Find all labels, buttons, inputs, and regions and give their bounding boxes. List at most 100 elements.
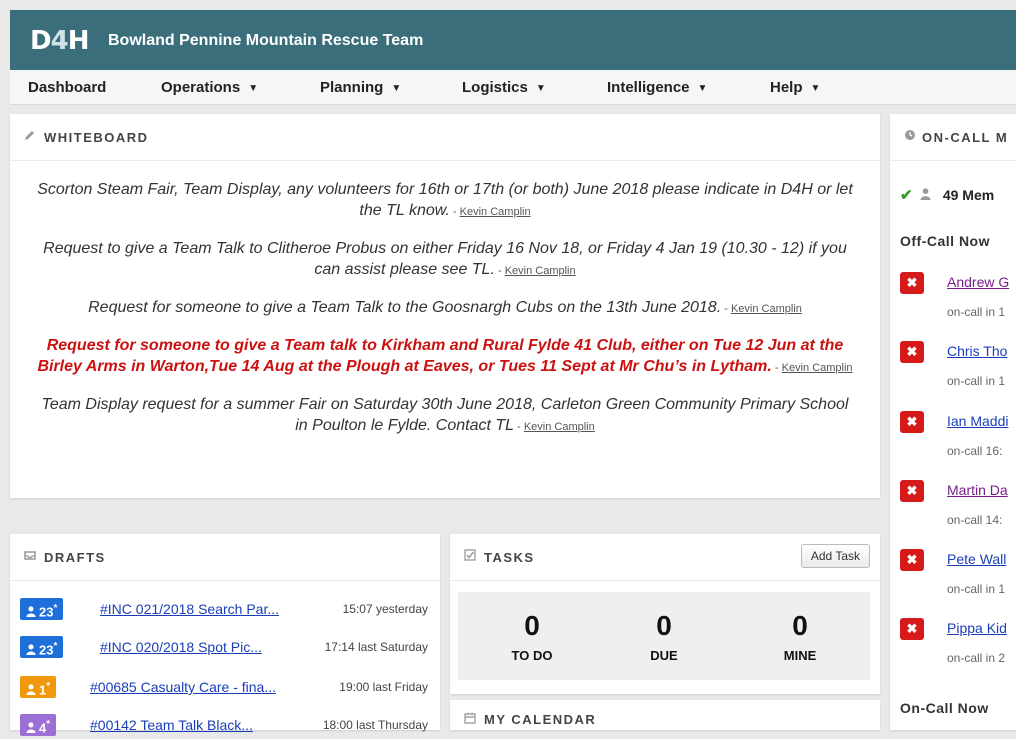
clock-icon [904, 129, 916, 144]
note-author-link[interactable]: Kevin Camplin [505, 265, 576, 277]
on-call-label: On-Call Now [900, 700, 989, 716]
close-icon[interactable]: ✖ [900, 411, 924, 433]
whiteboard-note: Request to give a Team Talk to Clitheroe… [34, 238, 856, 282]
pencil-icon [24, 129, 36, 144]
close-icon[interactable]: ✖ [900, 618, 924, 640]
close-icon[interactable]: ✖ [900, 480, 924, 502]
member-oncall-status: on-call in 1 [947, 305, 1006, 319]
oncall-summary[interactable]: ✔ 49 Mem [900, 186, 994, 204]
badge-count: 23 [39, 642, 54, 658]
whiteboard-header: WHITEBOARD [10, 114, 880, 161]
note-separator: - [452, 206, 460, 218]
person-icon [26, 606, 36, 618]
draft-member-badge: 23* [20, 598, 64, 620]
badge-count: 23 [39, 604, 54, 620]
whiteboard-notes: Scorton Steam Fair, Team Display, any vo… [10, 161, 880, 438]
nav-help[interactable]: Help ▼ [770, 79, 820, 96]
draft-link[interactable]: #00142 Team Talk Black... [90, 717, 253, 733]
close-icon[interactable]: ✖ [900, 341, 924, 363]
draft-time: 19:00 last Friday [339, 680, 428, 694]
oncall-count: 49 Mem [942, 187, 995, 203]
drafts-header: DRAFTS [10, 534, 440, 581]
whiteboard-note: Team Display request for a summer Fair o… [34, 394, 856, 438]
draft-item: 23* #INC 020/2018 Spot Pic... 17:14 last S… [10, 636, 440, 658]
note-author-link[interactable]: Kevin Camplin [782, 362, 853, 374]
member-link[interactable]: Ian Maddi [947, 413, 1008, 429]
draft-member-badge: 1* [20, 676, 57, 698]
checkbox-icon [464, 549, 476, 564]
draft-item: 1* #00685 Casualty Care - fina... 19:00 la… [10, 676, 440, 698]
due-count[interactable]: 0 [604, 610, 724, 642]
nav-operations[interactable]: Operations ▼ [161, 79, 258, 96]
member-link[interactable]: Pippa Kid [947, 620, 1007, 636]
person-icon [26, 644, 36, 656]
note-text: Request to give a Team Talk to Clitheroe… [43, 240, 847, 278]
member-oncall-status: on-call 14: [947, 513, 1003, 527]
badge-star: * [46, 681, 51, 692]
tasks-title: TASKS [484, 550, 535, 565]
member-oncall-status: on-call in 1 [947, 582, 1006, 596]
badge-star: * [53, 603, 58, 614]
tasks-header: TASKS Add Task [450, 534, 880, 581]
whiteboard-title: WHITEBOARD [44, 130, 149, 145]
due-label: DUE [650, 648, 678, 663]
draft-time: 15:07 yesterday [342, 602, 428, 616]
person-icon [26, 684, 36, 696]
person-icon [917, 188, 935, 203]
chevron-down-icon: ▼ [810, 83, 821, 94]
top-bar: D4H Bowland Pennine Mountain Rescue Team [10, 10, 1016, 70]
member-link[interactable]: Andrew G [947, 274, 1009, 290]
close-icon[interactable]: ✖ [900, 272, 924, 294]
team-name[interactable]: Bowland Pennine Mountain Rescue Team [108, 32, 423, 50]
member-link[interactable]: Chris Tho [947, 343, 1007, 359]
whiteboard-note: Request for someone to give a Team Talk … [34, 297, 856, 320]
note-author-link[interactable]: Kevin Camplin [731, 303, 802, 315]
inbox-icon [24, 549, 36, 564]
oncall-title: ON-CALL M [922, 130, 1009, 145]
chevron-down-icon: ▼ [535, 83, 546, 94]
nav-intelligence[interactable]: Intelligence ▼ [607, 79, 707, 96]
todo-count[interactable]: 0 [472, 610, 592, 642]
tasks-panel: TASKS Add Task 0 TO DO 0 DUE 0 MINE [450, 534, 880, 694]
task-summary: 0 TO DO 0 DUE 0 MINE [458, 592, 870, 680]
member-oncall-status: on-call in 2 [947, 651, 1006, 665]
badge-star: * [53, 641, 58, 652]
todo-label: TO DO [511, 648, 553, 663]
draft-item: 23* #INC 021/2018 Search Par... 15:07 yest… [10, 598, 440, 620]
draft-item: 4* #00142 Team Talk Black... 18:00 last Th… [10, 714, 440, 736]
note-text: Request for someone to give a Team talk … [37, 337, 844, 375]
draft-link[interactable]: #00685 Casualty Care - fina... [90, 679, 276, 695]
add-task-button[interactable]: Add Task [800, 544, 870, 568]
note-text: Scorton Steam Fair, Team Display, any vo… [37, 181, 853, 219]
nav-logistics[interactable]: Logistics ▼ [462, 79, 546, 96]
member-link[interactable]: Pete Wall [947, 551, 1006, 567]
whiteboard-note: Request for someone to give a Team talk … [34, 335, 856, 379]
note-separator: - [517, 421, 524, 433]
member-link[interactable]: Martin Da [947, 482, 1008, 498]
whiteboard-panel: WHITEBOARD Scorton Steam Fair, Team Disp… [10, 114, 880, 498]
logo-d: D [30, 26, 52, 56]
check-icon: ✔ [900, 187, 913, 204]
note-text: Team Display request for a summer Fair o… [41, 396, 849, 434]
close-icon[interactable]: ✖ [900, 549, 924, 571]
logo-h: H [67, 26, 90, 56]
note-text: Request for someone to give a Team Talk … [88, 299, 722, 316]
member-oncall-status: on-call 16: [947, 444, 1003, 458]
member-oncall-status: on-call in 1 [947, 374, 1006, 388]
draft-time: 17:14 last Saturday [324, 640, 428, 654]
draft-link[interactable]: #INC 021/2018 Search Par... [100, 601, 279, 617]
note-separator: - [774, 362, 782, 374]
mine-count[interactable]: 0 [740, 610, 860, 642]
note-author-link[interactable]: Kevin Camplin [524, 421, 595, 433]
note-author-link[interactable]: Kevin Camplin [460, 206, 531, 218]
draft-link[interactable]: #INC 020/2018 Spot Pic... [100, 639, 262, 655]
d4h-logo[interactable]: D4H [30, 26, 90, 56]
nav-dashboard[interactable]: Dashboard [28, 79, 106, 96]
chevron-down-icon: ▼ [391, 83, 402, 94]
logo-4: 4 [50, 26, 69, 56]
draft-member-badge: 23* [20, 636, 64, 658]
oncall-header: ON-CALL M [890, 114, 1016, 161]
drafts-title: DRAFTS [44, 550, 106, 565]
calendar-panel: MY CALENDAR [450, 700, 880, 730]
nav-planning[interactable]: Planning ▼ [320, 79, 401, 96]
